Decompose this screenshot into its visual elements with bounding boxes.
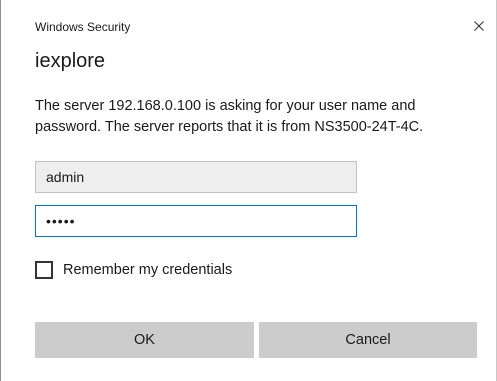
remember-credentials-checkbox[interactable] [35,261,53,279]
remember-credentials-row[interactable]: Remember my credentials [35,259,232,281]
close-button[interactable] [466,14,492,38]
remember-credentials-label: Remember my credentials [63,262,233,278]
cancel-button[interactable]: Cancel [259,322,477,358]
username-field[interactable] [35,161,357,193]
password-field[interactable] [35,205,357,237]
title-bar: Windows Security [1,0,496,40]
server-message: The server 192.168.0.100 is asking for y… [35,98,424,135]
windows-security-dialog: Windows Security iexplore The server 192… [0,0,497,381]
ok-button[interactable]: OK [35,322,254,358]
close-icon [474,21,484,31]
app-name-heading: iexplore [35,50,106,72]
window-title: Windows Security [35,20,131,34]
